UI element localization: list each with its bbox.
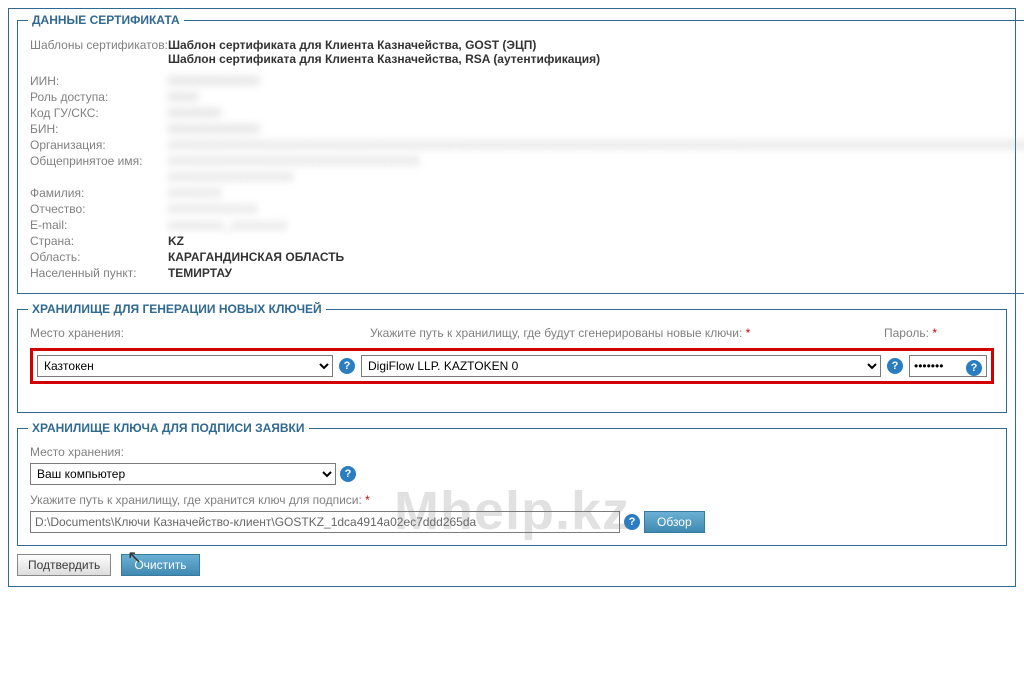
iin-label: ИИН:: [30, 73, 168, 89]
signkey-storage-legend: ХРАНИЛИЩЕ КЛЮЧА ДЛЯ ПОДПИСИ ЗАЯВКИ: [28, 421, 309, 435]
bin-label: БИН:: [30, 121, 168, 137]
keygen-location-select[interactable]: Казтокен: [37, 355, 333, 377]
help-icon[interactable]: ?: [624, 514, 640, 530]
region-value: КАРАГАНДИНСКАЯ ОБЛАСТЬ: [168, 249, 1024, 265]
role-value: 0000: [168, 90, 199, 104]
gucode-value: 0000000: [168, 106, 222, 120]
email-label: E-mail:: [30, 217, 168, 233]
cn-value-2: XXXXXXXXXXXXXX: [168, 170, 294, 184]
signkey-location-label: Место хранения:: [30, 445, 994, 459]
keygen-path-select[interactable]: DigiFlow LLP. KAZTOKEN 0: [361, 355, 881, 377]
template-2: Шаблон сертификата для Клиента Казначейс…: [168, 52, 1024, 66]
org-label: Организация:: [30, 137, 168, 153]
keygen-storage-legend: ХРАНИЛИЩЕ ДЛЯ ГЕНЕРАЦИИ НОВЫХ КЛЮЧЕЙ: [28, 302, 326, 316]
confirm-button[interactable]: Подтвердить: [17, 554, 111, 576]
country-value: KZ: [168, 233, 1024, 249]
help-icon[interactable]: ?: [966, 360, 982, 376]
keygen-password-label: Пароль: *: [884, 326, 994, 340]
keygen-location-label: Место хранения:: [30, 326, 340, 340]
email-value: xxxxxxxx_xxxxxxxx: [168, 218, 288, 232]
keygen-highlight-box: Казтокен ? DigiFlow LLP. KAZTOKEN 0 ?: [30, 348, 994, 384]
patronymic-value: XXXXXXXXXX: [168, 202, 258, 216]
org-value: XXXXXXXXXXXXXXXXXXXXXXXXXXXXXXXXXXXXXXXX…: [168, 138, 1024, 152]
signkey-path-input[interactable]: [30, 511, 620, 533]
cn-label: Общепринятое имя:: [30, 153, 168, 169]
help-icon[interactable]: ?: [340, 466, 356, 482]
cn-value: XXXXXXXXXXXXXXXXXXXXXXXXXXXX: [168, 154, 420, 168]
surname-label: Фамилия:: [30, 185, 168, 201]
bin-value: 000000000000: [168, 122, 260, 136]
clear-button[interactable]: Очистить: [121, 554, 199, 576]
certificate-data-table: Шаблоны сертификатов: Шаблон сертификата…: [30, 37, 1024, 281]
gucode-label: Код ГУ/СКС:: [30, 105, 168, 121]
help-icon[interactable]: ?: [339, 358, 355, 374]
certificate-data-legend: ДАННЫЕ СЕРТИФИКАТА: [28, 13, 184, 27]
city-value: ТЕМИРТАУ: [168, 265, 1024, 281]
signkey-location-select[interactable]: Ваш компьютер: [30, 463, 336, 485]
action-bar: Подтвердить Очистить ↖: [17, 554, 1007, 576]
help-icon[interactable]: ?: [887, 358, 903, 374]
surname-value: XXXXXX: [168, 186, 222, 200]
signkey-storage-fieldset: ХРАНИЛИЩЕ КЛЮЧА ДЛЯ ПОДПИСИ ЗАЯВКИ Mhelp…: [17, 421, 1007, 546]
patronymic-label: Отчество:: [30, 201, 168, 217]
city-label: Населенный пункт:: [30, 265, 168, 281]
keygen-path-label: Укажите путь к хранилищу, где будут сген…: [370, 326, 854, 340]
certificate-data-fieldset: ДАННЫЕ СЕРТИФИКАТА Шаблоны сертификатов:…: [17, 13, 1024, 294]
signkey-path-label: Укажите путь к хранилищу, где хранится к…: [30, 493, 994, 507]
country-label: Страна:: [30, 233, 168, 249]
templates-label: Шаблоны сертификатов:: [30, 37, 168, 67]
keygen-storage-fieldset: ХРАНИЛИЩЕ ДЛЯ ГЕНЕРАЦИИ НОВЫХ КЛЮЧЕЙ Мес…: [17, 302, 1007, 413]
role-label: Роль доступа:: [30, 89, 168, 105]
region-label: Область:: [30, 249, 168, 265]
browse-button[interactable]: Обзор: [644, 511, 705, 533]
iin-value: 000000000000: [168, 74, 260, 88]
template-1: Шаблон сертификата для Клиента Казначейс…: [168, 38, 1024, 52]
